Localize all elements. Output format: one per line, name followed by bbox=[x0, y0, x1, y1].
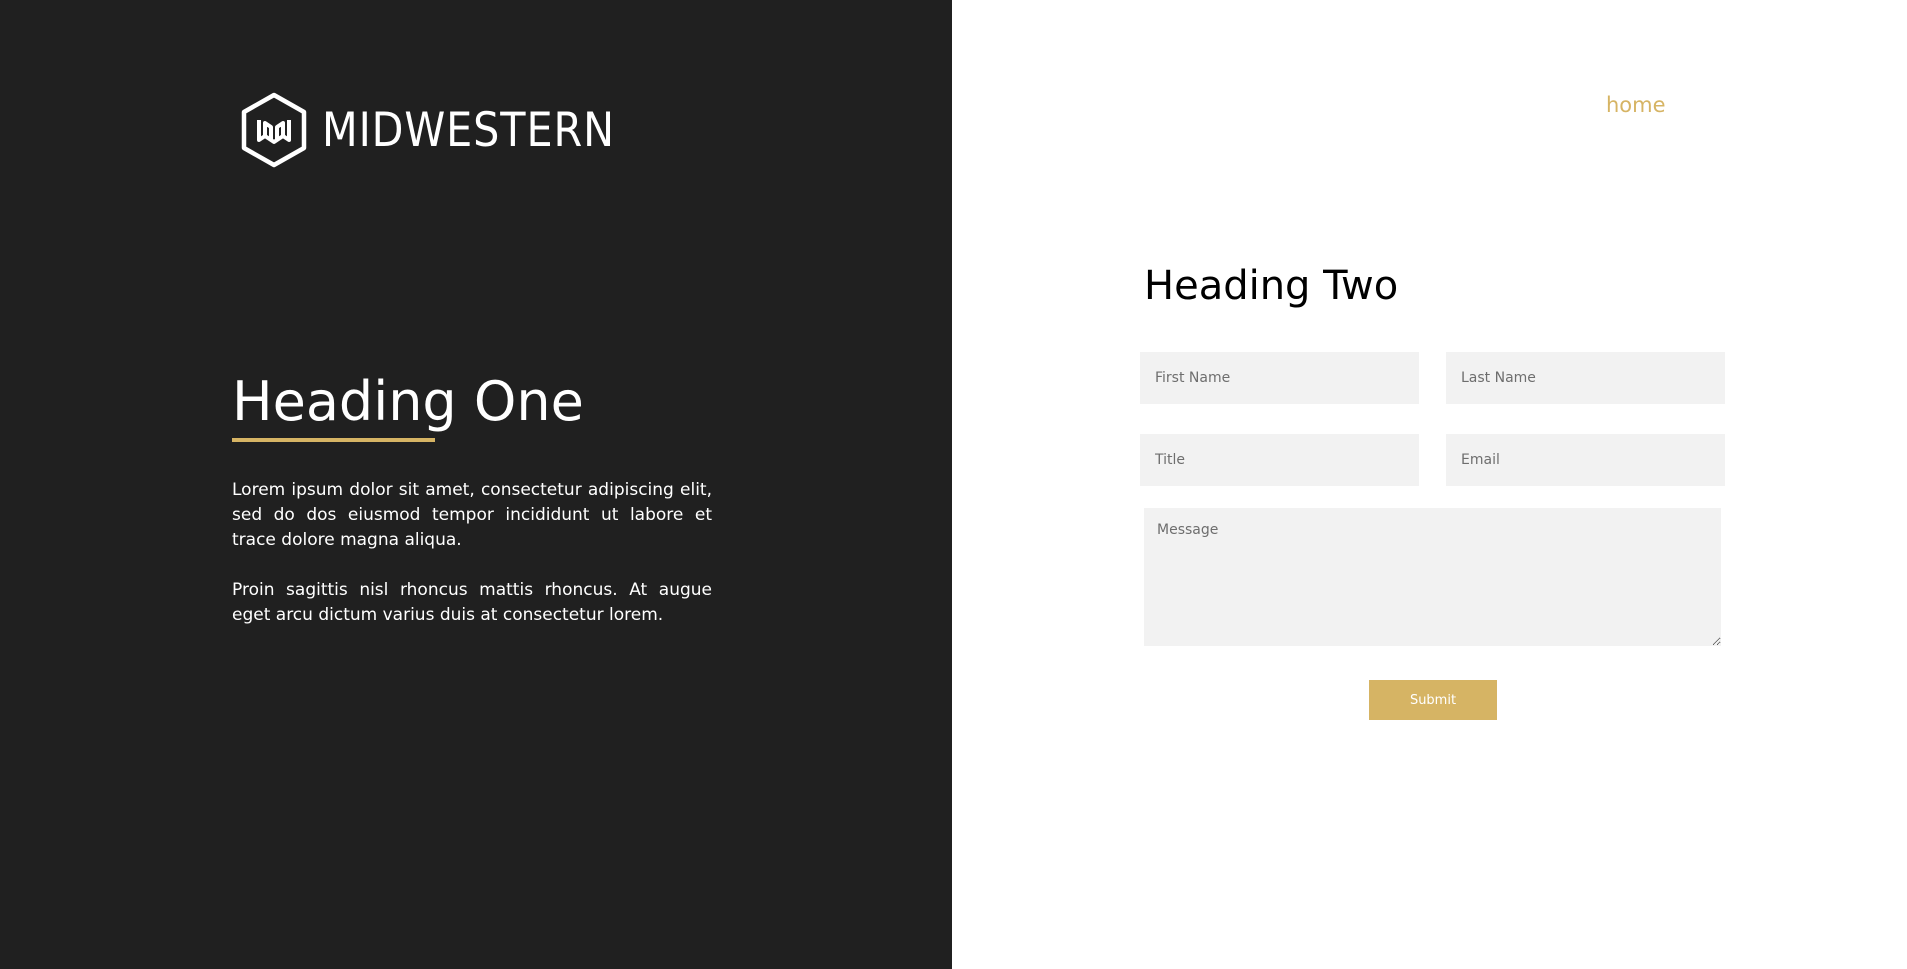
right-panel bbox=[952, 0, 1907, 969]
message-textarea[interactable] bbox=[1144, 508, 1721, 646]
brand-name: MIDWESTERN bbox=[322, 102, 615, 158]
hexagon-monogram-icon bbox=[240, 92, 308, 168]
intro-copy: Lorem ipsum dolor sit amet, consectetur … bbox=[232, 478, 712, 653]
heading-one-block: Heading One bbox=[232, 370, 584, 442]
heading-two: Heading Two bbox=[1144, 263, 1399, 309]
left-panel: MIDWESTERN Heading One Lorem ipsum dolor… bbox=[0, 0, 952, 969]
submit-button[interactable]: Submit bbox=[1369, 680, 1497, 720]
first-name-input[interactable] bbox=[1140, 352, 1419, 404]
heading-one: Heading One bbox=[232, 370, 584, 433]
email-input[interactable] bbox=[1446, 434, 1725, 486]
intro-paragraph-2: Proin sagittis nisl rhoncus mattis rhonc… bbox=[232, 580, 712, 625]
page: MIDWESTERN Heading One Lorem ipsum dolor… bbox=[0, 0, 1907, 969]
heading-underline bbox=[232, 438, 435, 442]
nav-home-link[interactable]: home bbox=[1606, 93, 1666, 117]
last-name-input[interactable] bbox=[1446, 352, 1725, 404]
intro-paragraph-1: Lorem ipsum dolor sit amet, consectetur … bbox=[232, 480, 712, 550]
title-input[interactable] bbox=[1140, 434, 1419, 486]
brand-logo[interactable]: MIDWESTERN bbox=[240, 92, 655, 168]
